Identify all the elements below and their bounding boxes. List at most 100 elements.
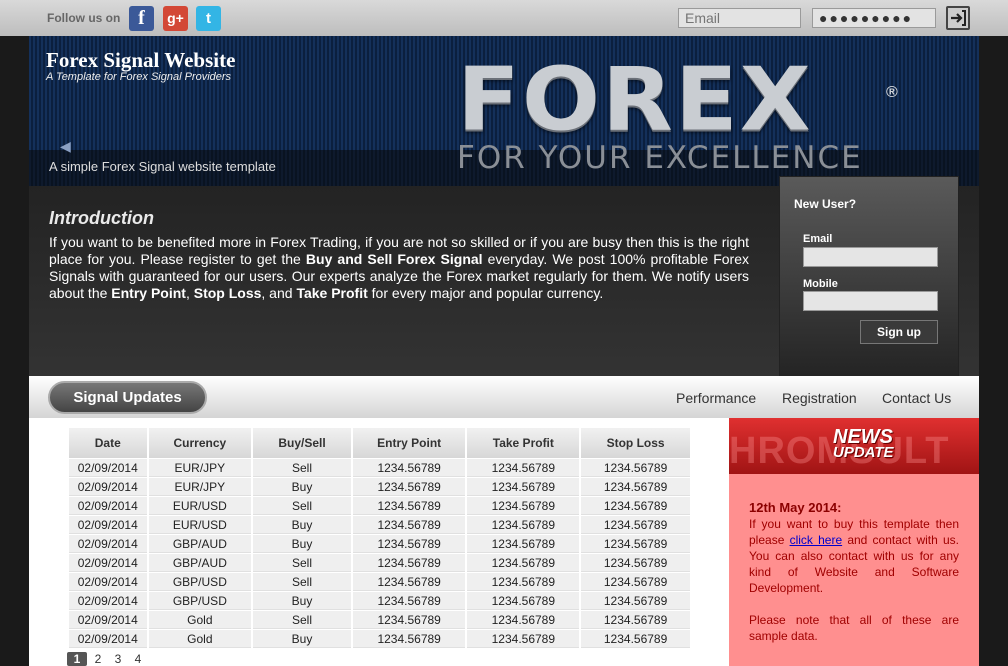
cell-take-profit: 1234.56789 — [467, 554, 580, 572]
cell-currency: EUR/JPY — [148, 478, 252, 496]
cell-buy-sell: Sell — [253, 497, 351, 515]
cell-date: 02/09/2014 — [69, 592, 147, 610]
cell-stop-loss: 1234.56789 — [581, 611, 690, 629]
page-link-1[interactable]: 1 — [67, 652, 87, 666]
cell-take-profit: 1234.56789 — [467, 535, 580, 553]
cell-buy-sell: Buy — [253, 516, 351, 534]
cell-buy-sell: Buy — [253, 478, 351, 496]
cell-buy-sell: Buy — [253, 592, 351, 610]
cell-take-profit: 1234.56789 — [467, 630, 580, 648]
cell-entry-point: 1234.56789 — [352, 535, 466, 553]
cell-entry-point: 1234.56789 — [352, 573, 466, 591]
login-button[interactable] — [946, 6, 970, 30]
news-text: If you want to buy this template then pl… — [749, 517, 959, 643]
login-password-input[interactable] — [812, 8, 936, 28]
table-row: 02/09/2014 EUR/USD Sell 1234.56789 1234.5678… — [69, 497, 690, 515]
news-date: 12th May 2014: — [749, 500, 842, 515]
login-email-input[interactable] — [678, 8, 801, 28]
page-link-2[interactable]: 2 — [88, 652, 108, 666]
intro-title: Introduction — [49, 208, 154, 228]
hero-banner: Forex Signal Website A Template for Fore… — [29, 36, 979, 186]
cell-currency: EUR/USD — [148, 516, 252, 534]
cell-buy-sell: Buy — [253, 630, 351, 648]
cell-stop-loss: 1234.56789 — [581, 535, 690, 553]
cell-date: 02/09/2014 — [69, 611, 147, 629]
cell-currency: Gold — [148, 630, 252, 648]
nav-registration[interactable]: Registration — [782, 390, 857, 406]
forex-slogan: FOR YOUR EXCELLENCE — [457, 140, 863, 176]
nav-performance[interactable]: Performance — [676, 390, 756, 406]
new-user-panel: New User? Email Mobile Sign up — [779, 176, 959, 377]
cell-entry-point: 1234.56789 — [352, 611, 466, 629]
cell-currency: GBP/AUD — [148, 554, 252, 572]
cell-date: 02/09/2014 — [69, 573, 147, 591]
news-panel: 12th May 2014: If you want to buy this t… — [729, 474, 979, 666]
news-update-badge: NEWS UPDATE — [833, 426, 894, 461]
page-link-3[interactable]: 3 — [108, 652, 128, 666]
site-title: Forex Signal Website — [46, 48, 236, 72]
col-currency: Currency — [148, 428, 252, 458]
cell-stop-loss: 1234.56789 — [581, 573, 690, 591]
cell-buy-sell: Sell — [253, 573, 351, 591]
table-row: 02/09/2014 GBP/USD Buy 1234.56789 1234.56789… — [69, 592, 690, 610]
cell-stop-loss: 1234.56789 — [581, 516, 690, 534]
cell-take-profit: 1234.56789 — [467, 573, 580, 591]
google-plus-icon[interactable]: g+ — [163, 6, 188, 31]
cell-entry-point: 1234.56789 — [352, 592, 466, 610]
cell-take-profit: 1234.56789 — [467, 459, 580, 477]
cell-stop-loss: 1234.56789 — [581, 497, 690, 515]
cell-entry-point: 1234.56789 — [352, 516, 466, 534]
banner-caption: A simple Forex Signal website template — [49, 159, 276, 174]
cell-entry-point: 1234.56789 — [352, 630, 466, 648]
table-row: 02/09/2014 GBP/AUD Sell 1234.56789 1234.5678… — [69, 554, 690, 572]
site-tagline: A Template for Forex Signal Providers — [46, 71, 232, 83]
page-link-4[interactable]: 4 — [128, 652, 148, 666]
table-header-row: Date Currency Buy/Sell Entry Point Take … — [69, 428, 690, 458]
cell-date: 02/09/2014 — [69, 478, 147, 496]
signup-email-input[interactable] — [803, 247, 938, 267]
follow-us-label: Follow us on — [47, 11, 121, 25]
cell-currency: GBP/USD — [148, 592, 252, 610]
cell-currency: GBP/AUD — [148, 535, 252, 553]
col-stop-loss: Stop Loss — [581, 428, 690, 458]
col-date: Date — [69, 428, 147, 458]
cell-take-profit: 1234.56789 — [467, 478, 580, 496]
registered-mark: ® — [886, 84, 898, 101]
cell-stop-loss: 1234.56789 — [581, 630, 690, 648]
twitter-icon[interactable]: t — [196, 6, 221, 31]
click-here-link[interactable]: click here — [790, 533, 843, 547]
new-user-title: New User? — [794, 197, 857, 211]
cell-currency: EUR/USD — [148, 497, 252, 515]
cell-date: 02/09/2014 — [69, 516, 147, 534]
cell-take-profit: 1234.56789 — [467, 592, 580, 610]
cell-buy-sell: Sell — [253, 554, 351, 572]
cell-entry-point: 1234.56789 — [352, 478, 466, 496]
table-row: 02/09/2014 GBP/USD Sell 1234.56789 1234.5678… — [69, 573, 690, 591]
nav-contact-us[interactable]: Contact Us — [882, 390, 951, 406]
cell-entry-point: 1234.56789 — [352, 497, 466, 515]
signup-mobile-label: Mobile — [803, 278, 838, 290]
cell-buy-sell: Buy — [253, 535, 351, 553]
tab-signal-updates[interactable]: Signal Updates — [48, 381, 207, 414]
cell-date: 02/09/2014 — [69, 535, 147, 553]
table-row: 02/09/2014 Gold Sell 1234.56789 1234.56789 12… — [69, 611, 690, 629]
cell-entry-point: 1234.56789 — [352, 554, 466, 572]
cell-date: 02/09/2014 — [69, 554, 147, 572]
table-row: 02/09/2014 EUR/USD Buy 1234.56789 1234.56789… — [69, 516, 690, 534]
slider-prev-icon[interactable]: ◀ — [60, 138, 71, 155]
news-note: Please note that all of these are sample… — [749, 613, 959, 643]
signup-mobile-input[interactable] — [803, 291, 938, 311]
cell-entry-point: 1234.56789 — [352, 459, 466, 477]
cell-currency: Gold — [148, 611, 252, 629]
table-row: 02/09/2014 Gold Buy 1234.56789 1234.56789 123… — [69, 630, 690, 648]
facebook-icon[interactable]: f — [129, 6, 154, 31]
col-entry-point: Entry Point — [352, 428, 466, 458]
cell-date: 02/09/2014 — [69, 630, 147, 648]
col-buy-sell: Buy/Sell — [253, 428, 351, 458]
cell-take-profit: 1234.56789 — [467, 497, 580, 515]
cell-take-profit: 1234.56789 — [467, 611, 580, 629]
cell-stop-loss: 1234.56789 — [581, 478, 690, 496]
news-header: HROMSULT NEWS UPDATE — [729, 418, 979, 474]
signup-button[interactable]: Sign up — [860, 320, 938, 344]
table-row: 02/09/2014 EUR/JPY Buy 1234.56789 1234.56789… — [69, 478, 690, 496]
